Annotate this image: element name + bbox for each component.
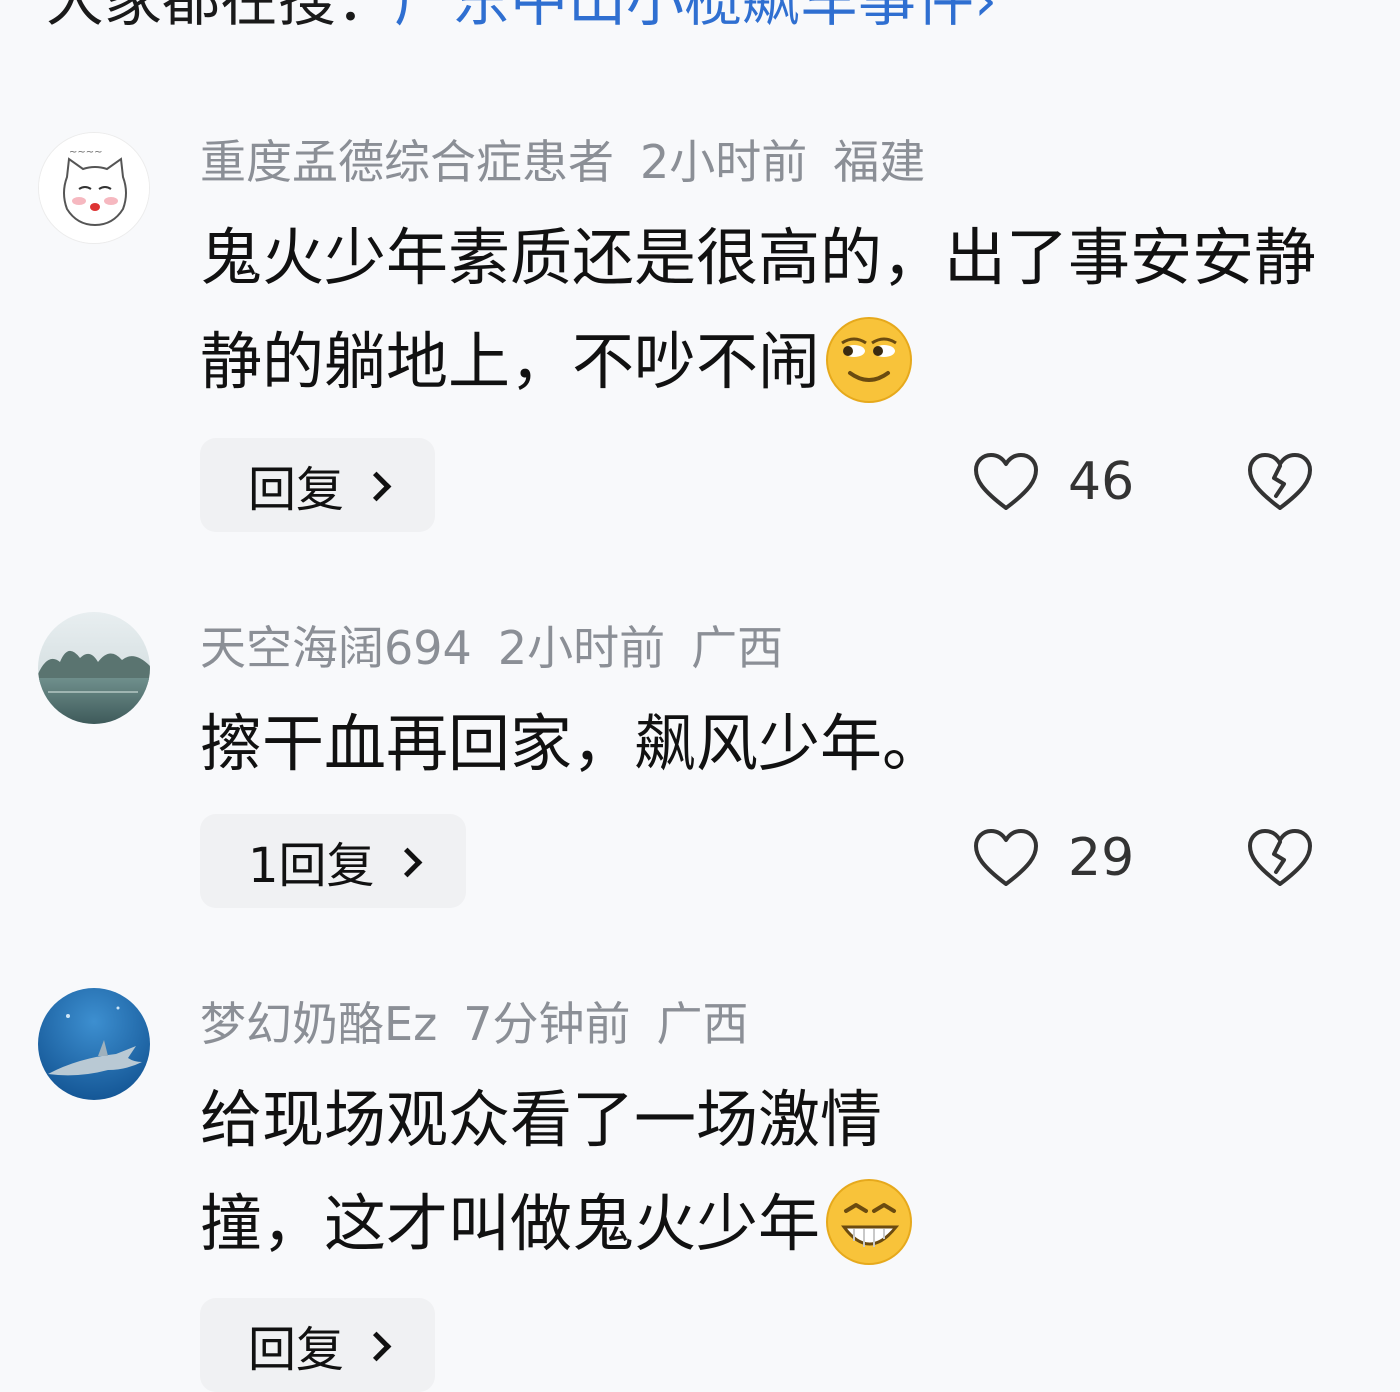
heart-icon (974, 829, 1038, 886)
reply-button-label: 回复 (248, 462, 345, 518)
comment-location: 福建 (833, 135, 926, 189)
avatar[interactable] (38, 988, 150, 1100)
username[interactable]: 梦幻奶酪Ez (200, 997, 437, 1051)
reply-button[interactable]: 回复 (200, 438, 436, 532)
comment-meta: 梦幻奶酪Ez 7分钟前 广西 (200, 996, 775, 1052)
dislike-button[interactable] (1246, 452, 1314, 516)
reply-button[interactable]: 回复 (200, 1298, 436, 1392)
dislike-button[interactable] (1246, 828, 1314, 892)
chevron-right-icon (361, 471, 392, 501)
username[interactable]: 重度孟德综合症患者 (200, 135, 614, 189)
comment-location: 广西 (691, 621, 784, 675)
reply-button-label: 回复 (248, 1322, 345, 1378)
chevron-right-icon (361, 1331, 392, 1361)
lake-landscape-avatar-icon (38, 612, 150, 724)
comment-time: 2小时前 (497, 621, 666, 675)
trending-topic-chevron[interactable]: › (974, 0, 997, 34)
comment-location: 广西 (656, 997, 749, 1051)
reply-button[interactable]: 1回复 (200, 814, 466, 908)
heart-icon (974, 453, 1038, 510)
like-count: 46 (1068, 452, 1135, 512)
comment-time: 2小时前 (640, 135, 808, 189)
comment-text-content: 鬼火少年素质还是很高的，出了事安安静静的躺地上，不吵不闹 (200, 221, 1317, 398)
svg-text:~~~~: ~~~~ (69, 147, 103, 158)
comment-text: 给现场观众看了一场激情撞，这才叫做鬼火少年 (200, 1068, 1000, 1276)
grin-emoji-icon (826, 1178, 913, 1265)
comment-text: 擦干血再回家，飙风少年。 (200, 692, 1340, 796)
like-button[interactable]: 46 (972, 452, 1134, 512)
shark-underwater-avatar-icon (38, 988, 150, 1100)
like-count: 29 (1068, 828, 1135, 888)
trending-search-line: 大家都在搜：广东中山小榄飙车事件› (46, 0, 997, 34)
comment-text: 鬼火少年素质还是很高的，出了事安安静静的躺地上，不吵不闹 (200, 206, 1340, 414)
reply-button-label: 1回复 (248, 838, 375, 894)
broken-heart-icon (1248, 453, 1312, 510)
cartoon-cat-avatar-icon: ~~~~ (39, 133, 149, 243)
chevron-right-icon (392, 847, 422, 877)
trending-search-prefix: 大家都在搜： (46, 0, 395, 34)
like-button[interactable]: 29 (972, 828, 1134, 888)
smirk-emoji-icon (826, 316, 913, 403)
comment-text-content: 擦干血再回家，飙风少年。 (200, 707, 945, 780)
avatar[interactable] (38, 612, 150, 724)
comment-time: 7分钟前 (463, 997, 631, 1051)
avatar[interactable]: ~~~~ (38, 132, 150, 244)
trending-topic-link[interactable]: 广东中山小榄飙车事件 (394, 0, 974, 34)
broken-heart-icon (1248, 829, 1312, 886)
comment-text-content: 给现场观众看了一场激情撞，这才叫做鬼火少年 (200, 1083, 883, 1260)
comment-meta: 重度孟德综合症患者 2小时前 福建 (200, 134, 951, 190)
comment-meta: 天空海阔694 2小时前 广西 (200, 620, 809, 676)
username[interactable]: 天空海阔694 (200, 621, 472, 675)
